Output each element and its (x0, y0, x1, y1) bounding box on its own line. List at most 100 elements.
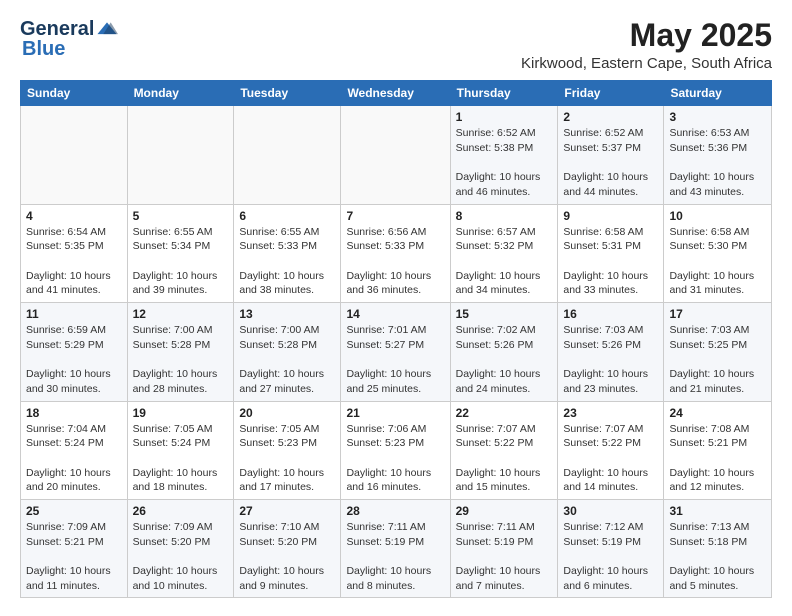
calendar-cell: 20Sunrise: 7:05 AMSunset: 5:23 PMDayligh… (234, 401, 341, 499)
day-info: Sunrise: 7:07 AMSunset: 5:22 PMDaylight:… (563, 422, 658, 495)
logo-blue: Blue (22, 38, 65, 60)
day-number: 26 (133, 504, 229, 518)
day-number: 16 (563, 307, 658, 321)
month-year: May 2025 (521, 18, 772, 53)
calendar-cell: 30 Sunrise: 7:12 AMSunset: 5:19 PMDayligh… (558, 499, 664, 597)
day-number: 22 (456, 406, 553, 420)
day-number: 11 (26, 307, 122, 321)
day-info: Sunrise: 7:13 AMSunset: 5:18 PMDaylight:… (669, 520, 766, 593)
day-number: 8 (456, 209, 553, 223)
day-info: Sunrise: 7:04 AMSunset: 5:24 PMDaylight:… (26, 422, 122, 495)
logo-icon (96, 20, 118, 38)
day-info: Sunrise: 7:07 AMSunset: 5:22 PMDaylight:… (456, 422, 553, 495)
day-number: 6 (239, 209, 335, 223)
calendar-week-row: 18 Sunrise: 7:04 AMSunset: 5:24 PMDayligh… (21, 401, 772, 499)
calendar-cell: 6 Sunrise: 6:55 AMSunset: 5:33 PMDaylight… (234, 204, 341, 302)
calendar-cell: 16 Sunrise: 7:03 AMSunset: 5:26 PMDayligh… (558, 303, 664, 401)
calendar-cell: 26 Sunrise: 7:09 AMSunset: 5:20 PMDayligh… (127, 499, 234, 597)
day-number: 10 (669, 209, 766, 223)
day-info: Sunrise: 6:58 AMSunset: 5:30 PMDaylight:… (669, 225, 766, 298)
calendar-week-row: 11 Sunrise: 6:59 AMSunset: 5:29 PMDayligh… (21, 303, 772, 401)
day-number: 7 (346, 209, 444, 223)
day-info: Sunrise: 7:05 AMSunset: 5:24 PMDaylight:… (133, 422, 229, 495)
col-header-wednesday: Wednesday (341, 81, 450, 106)
day-info: Sunrise: 6:53 AMSunset: 5:36 PMDaylight:… (669, 126, 766, 199)
day-number: 21 (346, 406, 444, 420)
day-info: Sunrise: 7:02 AMSunset: 5:26 PMDaylight:… (456, 323, 553, 396)
logo-general: General (20, 18, 94, 40)
day-number: 3 (669, 110, 766, 124)
day-info: Sunrise: 7:00 AMSunset: 5:28 PMDaylight:… (239, 323, 335, 396)
day-info: Sunrise: 7:09 AMSunset: 5:20 PMDaylight:… (133, 520, 229, 593)
day-number: 1 (456, 110, 553, 124)
col-header-friday: Friday (558, 81, 664, 106)
day-info: Sunrise: 6:58 AMSunset: 5:31 PMDaylight:… (563, 225, 658, 298)
location: Kirkwood, Eastern Cape, South Africa (521, 55, 772, 72)
calendar-table: SundayMondayTuesdayWednesdayThursdayFrid… (20, 80, 772, 598)
col-header-sunday: Sunday (21, 81, 128, 106)
day-number: 28 (346, 504, 444, 518)
page: General Blue May 2025 Kirkwood, Eastern … (0, 0, 792, 616)
calendar-week-row: 25 Sunrise: 7:09 AMSunset: 5:21 PMDayligh… (21, 499, 772, 597)
day-number: 27 (239, 504, 335, 518)
day-number: 12 (133, 307, 229, 321)
calendar-cell: 11 Sunrise: 6:59 AMSunset: 5:29 PMDayligh… (21, 303, 128, 401)
calendar-cell: 13Sunrise: 7:00 AMSunset: 5:28 PMDayligh… (234, 303, 341, 401)
calendar-cell: 12 Sunrise: 7:00 AMSunset: 5:28 PMDayligh… (127, 303, 234, 401)
calendar-cell: 8 Sunrise: 6:57 AMSunset: 5:32 PMDaylight… (450, 204, 558, 302)
calendar-cell (341, 106, 450, 204)
day-info: Sunrise: 7:00 AMSunset: 5:28 PMDaylight:… (133, 323, 229, 396)
day-number: 30 (563, 504, 658, 518)
day-number: 20 (239, 406, 335, 420)
day-info: Sunrise: 7:12 AMSunset: 5:19 PMDaylight:… (563, 520, 658, 593)
day-number: 9 (563, 209, 658, 223)
calendar-cell: 1Sunrise: 6:52 AMSunset: 5:38 PMDaylight… (450, 106, 558, 204)
calendar-cell: 17 Sunrise: 7:03 AMSunset: 5:25 PMDayligh… (664, 303, 772, 401)
day-number: 2 (563, 110, 658, 124)
day-number: 19 (133, 406, 229, 420)
calendar-cell: 31 Sunrise: 7:13 AMSunset: 5:18 PMDayligh… (664, 499, 772, 597)
calendar-cell: 7 Sunrise: 6:56 AMSunset: 5:33 PMDaylight… (341, 204, 450, 302)
calendar-cell (21, 106, 128, 204)
day-number: 29 (456, 504, 553, 518)
day-info: Sunrise: 7:06 AMSunset: 5:23 PMDaylight:… (346, 422, 444, 495)
day-info: Sunrise: 6:55 AMSunset: 5:34 PMDaylight:… (133, 225, 229, 298)
col-header-tuesday: Tuesday (234, 81, 341, 106)
calendar-week-row: 1Sunrise: 6:52 AMSunset: 5:38 PMDaylight… (21, 106, 772, 204)
day-info: Sunrise: 7:09 AMSunset: 5:21 PMDaylight:… (26, 520, 122, 593)
calendar-cell: 25 Sunrise: 7:09 AMSunset: 5:21 PMDayligh… (21, 499, 128, 597)
day-info: Sunrise: 7:08 AMSunset: 5:21 PMDaylight:… (669, 422, 766, 495)
day-info: Sunrise: 6:57 AMSunset: 5:32 PMDaylight:… (456, 225, 553, 298)
day-info: Sunrise: 6:55 AMSunset: 5:33 PMDaylight:… (239, 225, 335, 298)
calendar-cell: 23 Sunrise: 7:07 AMSunset: 5:22 PMDayligh… (558, 401, 664, 499)
day-info: Sunrise: 6:59 AMSunset: 5:29 PMDaylight:… (26, 323, 122, 396)
day-info: Sunrise: 6:54 AMSunset: 5:35 PMDaylight:… (26, 225, 122, 298)
calendar-cell: 14Sunrise: 7:01 AMSunset: 5:27 PMDayligh… (341, 303, 450, 401)
col-header-monday: Monday (127, 81, 234, 106)
calendar-cell: 9 Sunrise: 6:58 AMSunset: 5:31 PMDaylight… (558, 204, 664, 302)
calendar-cell: 19 Sunrise: 7:05 AMSunset: 5:24 PMDayligh… (127, 401, 234, 499)
day-number: 18 (26, 406, 122, 420)
calendar-week-row: 4Sunrise: 6:54 AMSunset: 5:35 PMDaylight… (21, 204, 772, 302)
calendar-cell: 5Sunrise: 6:55 AMSunset: 5:34 PMDaylight… (127, 204, 234, 302)
col-header-thursday: Thursday (450, 81, 558, 106)
day-info: Sunrise: 7:03 AMSunset: 5:25 PMDaylight:… (669, 323, 766, 396)
day-number: 17 (669, 307, 766, 321)
col-header-saturday: Saturday (664, 81, 772, 106)
title-block: May 2025 Kirkwood, Eastern Cape, South A… (521, 18, 772, 72)
day-info: Sunrise: 7:03 AMSunset: 5:26 PMDaylight:… (563, 323, 658, 396)
day-number: 31 (669, 504, 766, 518)
calendar-cell (234, 106, 341, 204)
day-info: Sunrise: 6:56 AMSunset: 5:33 PMDaylight:… (346, 225, 444, 298)
day-number: 25 (26, 504, 122, 518)
calendar-cell: 4Sunrise: 6:54 AMSunset: 5:35 PMDaylight… (21, 204, 128, 302)
day-number: 23 (563, 406, 658, 420)
calendar-cell: 24Sunrise: 7:08 AMSunset: 5:21 PMDayligh… (664, 401, 772, 499)
day-info: Sunrise: 7:10 AMSunset: 5:20 PMDaylight:… (239, 520, 335, 593)
day-info: Sunrise: 7:11 AMSunset: 5:19 PMDaylight:… (456, 520, 553, 593)
day-number: 14 (346, 307, 444, 321)
header: General Blue May 2025 Kirkwood, Eastern … (20, 18, 772, 72)
calendar-cell: 15Sunrise: 7:02 AMSunset: 5:26 PMDayligh… (450, 303, 558, 401)
calendar-cell: 27 Sunrise: 7:10 AMSunset: 5:20 PMDayligh… (234, 499, 341, 597)
day-info: Sunrise: 6:52 AMSunset: 5:37 PMDaylight:… (563, 126, 658, 199)
